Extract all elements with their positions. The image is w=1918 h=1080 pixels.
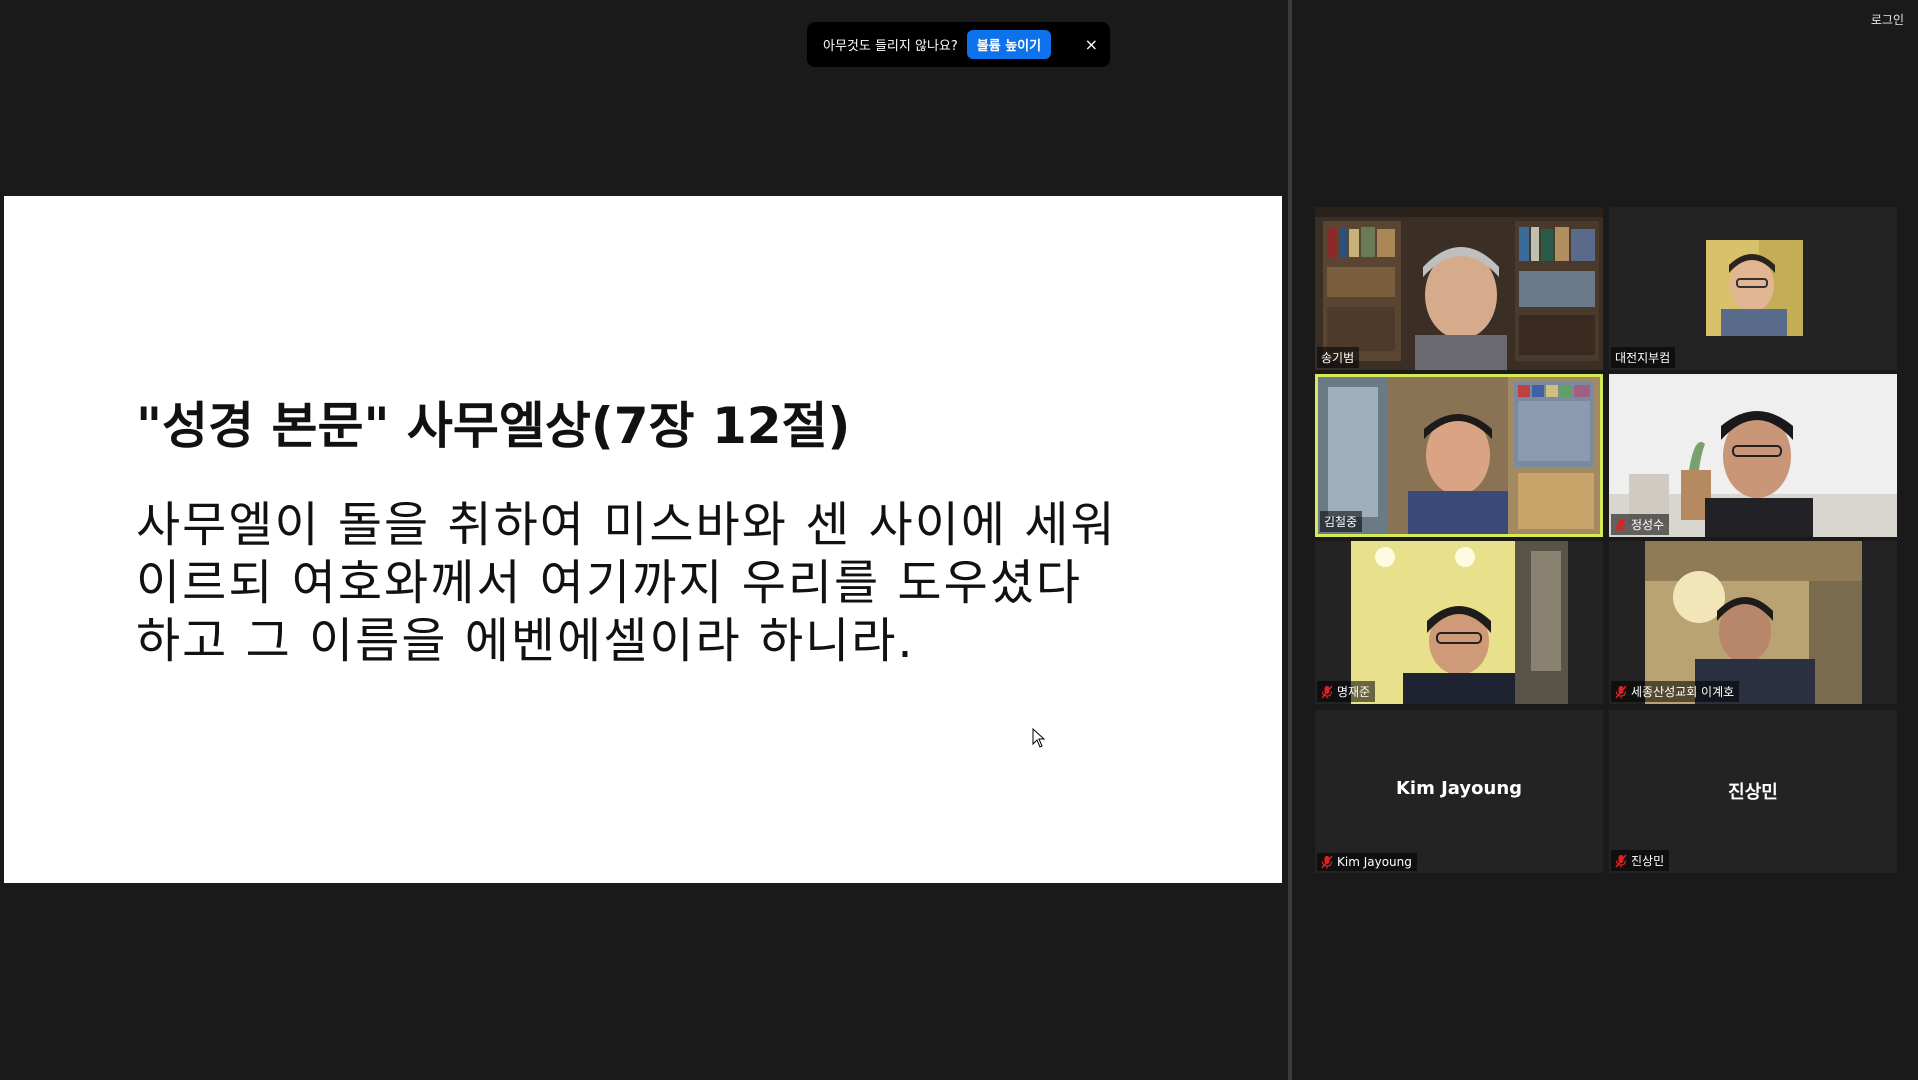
participant-name-tag: Kim Jayoung bbox=[1317, 853, 1417, 871]
mic-muted-icon bbox=[1321, 855, 1333, 869]
participant-name: 김철중 bbox=[1324, 515, 1358, 529]
toast-message: 아무것도 들리지 않나요? bbox=[823, 39, 958, 54]
participant-display-name: 진상민 bbox=[1728, 782, 1778, 803]
mic-muted-icon bbox=[1615, 854, 1627, 867]
participant-tile[interactable]: 명재준 bbox=[1315, 541, 1603, 704]
participant-tile[interactable]: 정성수 bbox=[1609, 374, 1897, 537]
participant-name: 명재준 bbox=[1337, 685, 1371, 699]
participant-tile[interactable]: 대전지부컴 bbox=[1609, 207, 1897, 370]
participant-video bbox=[1315, 207, 1603, 370]
shared-screen-area: "성경 본문" 사무엘상(7장 12절) 사무엘이 돌을 취하여 미스바와 센 … bbox=[0, 0, 1288, 1080]
participant-name: Kim Jayoung bbox=[1337, 855, 1412, 869]
participant-name-tag: 대전지부컴 bbox=[1611, 347, 1676, 368]
participant-display-name: Kim Jayoung bbox=[1395, 778, 1523, 799]
participant-name-tag: 송기범 bbox=[1317, 347, 1360, 368]
slide-title: "성경 본문" 사무엘상(7장 12절) bbox=[136, 397, 851, 455]
participant-name: 송기범 bbox=[1321, 351, 1355, 365]
participant-video bbox=[1609, 207, 1897, 370]
slide-line: 사무엘이 돌을 취하여 미스바와 센 사이에 세워 bbox=[136, 497, 1117, 553]
participant-name-tag: 정성수 bbox=[1611, 514, 1670, 535]
slide-line: 이르되 여호와께서 여기까지 우리를 도우셨다 bbox=[136, 555, 1083, 611]
participant-name-tag: 명재준 bbox=[1317, 681, 1376, 702]
participant-gallery: 로그인 송기범 대전지부컴 김철중 정성수 명재준 세종산성교회 이계호 Kim… bbox=[1292, 0, 1918, 1080]
participant-tile[interactable]: 진상민 진상민 bbox=[1609, 710, 1897, 873]
participant-name-tag: 김철중 bbox=[1320, 511, 1363, 532]
audio-notification-toast: 아무것도 들리지 않나요? 볼륨 높이기 × bbox=[807, 22, 1110, 67]
mic-muted-icon bbox=[1321, 685, 1333, 698]
participant-video bbox=[1609, 374, 1897, 537]
mouse-cursor-icon bbox=[1032, 728, 1046, 748]
mic-muted-icon bbox=[1615, 685, 1627, 698]
participant-name: 진상민 bbox=[1631, 854, 1665, 868]
login-button[interactable]: 로그인 bbox=[1871, 11, 1904, 28]
increase-volume-button[interactable]: 볼륨 높이기 bbox=[966, 30, 1052, 59]
participant-name-tag: 세종산성교회 이계호 bbox=[1611, 681, 1740, 702]
participant-name: 세종산성교회 이계호 bbox=[1631, 685, 1735, 699]
participant-tile-active-speaker[interactable]: 김철중 bbox=[1315, 374, 1603, 537]
participant-tile[interactable]: Kim Jayoung Kim Jayoung bbox=[1315, 710, 1603, 873]
close-icon[interactable]: × bbox=[1085, 36, 1098, 53]
participant-video bbox=[1315, 541, 1603, 704]
slide-body: 사무엘이 돌을 취하여 미스바와 센 사이에 세워 이르되 여호와께서 여기까지… bbox=[136, 496, 1256, 670]
participant-tile[interactable]: 세종산성교회 이계호 bbox=[1609, 541, 1897, 704]
mic-muted-icon bbox=[1615, 518, 1627, 531]
participant-name: 정성수 bbox=[1631, 518, 1665, 532]
participant-video bbox=[1609, 541, 1897, 704]
participant-name-tag: 진상민 bbox=[1611, 850, 1670, 871]
shared-slide: "성경 본문" 사무엘상(7장 12절) 사무엘이 돌을 취하여 미스바와 센 … bbox=[4, 196, 1282, 883]
slide-line: 하고 그 이름을 에벤에셀이라 하니라. bbox=[136, 613, 915, 669]
participant-tile[interactable]: 송기범 bbox=[1315, 207, 1603, 370]
participant-name: 대전지부컴 bbox=[1615, 351, 1671, 365]
